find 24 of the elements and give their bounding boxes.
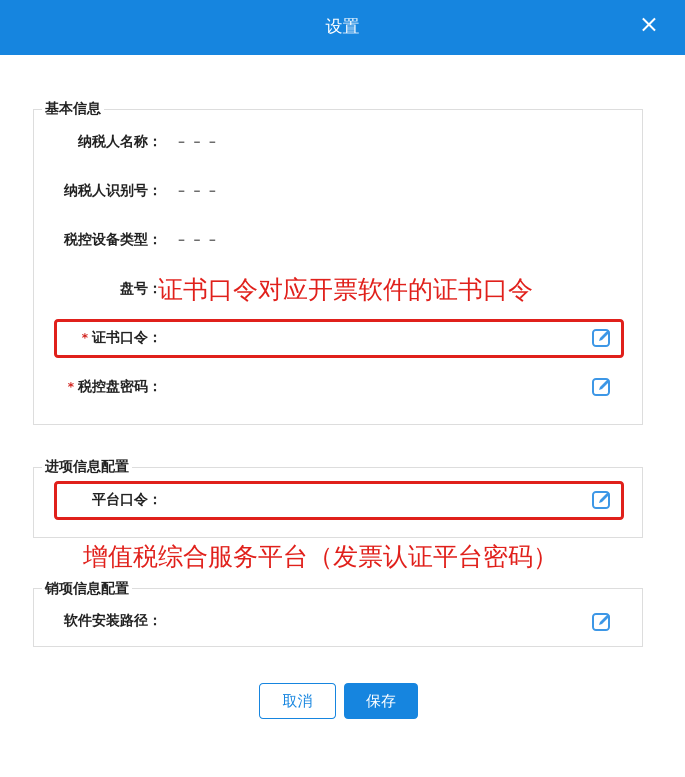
field-label: 软件安装路径： [64,613,162,630]
required-mark: * [68,380,74,394]
field-label: 证书口令： [92,330,162,346]
section-title: 进项信息配置 [44,458,130,476]
field-value: – – – [178,182,218,201]
section-title: 基本信息 [44,101,102,118]
close-button[interactable]: × [634,10,663,38]
field-label: 平台口令： [92,492,162,508]
field-label: 纳税人名称： [78,134,162,150]
cancel-button[interactable]: 取消 [259,683,336,720]
section-title: 销项信息配置 [44,580,130,598]
save-button[interactable]: 保存 [344,683,418,720]
edit-icon[interactable] [592,377,612,398]
field-label: 税控盘密码： [78,378,162,395]
field-value: – – – [178,132,218,152]
required-mark: * [82,330,88,345]
edit-icon[interactable] [592,328,612,348]
edit-icon[interactable] [592,490,612,510]
field-value: – – – [178,230,218,250]
annotation-text: 增值税综合服务平台（发票认证平台密码） [83,540,559,573]
field-label: 纳税人识别号： [64,182,162,199]
edit-icon[interactable] [592,612,612,632]
dialog-title: 设置 [326,16,360,39]
field-label: 税控设备类型： [64,232,162,248]
